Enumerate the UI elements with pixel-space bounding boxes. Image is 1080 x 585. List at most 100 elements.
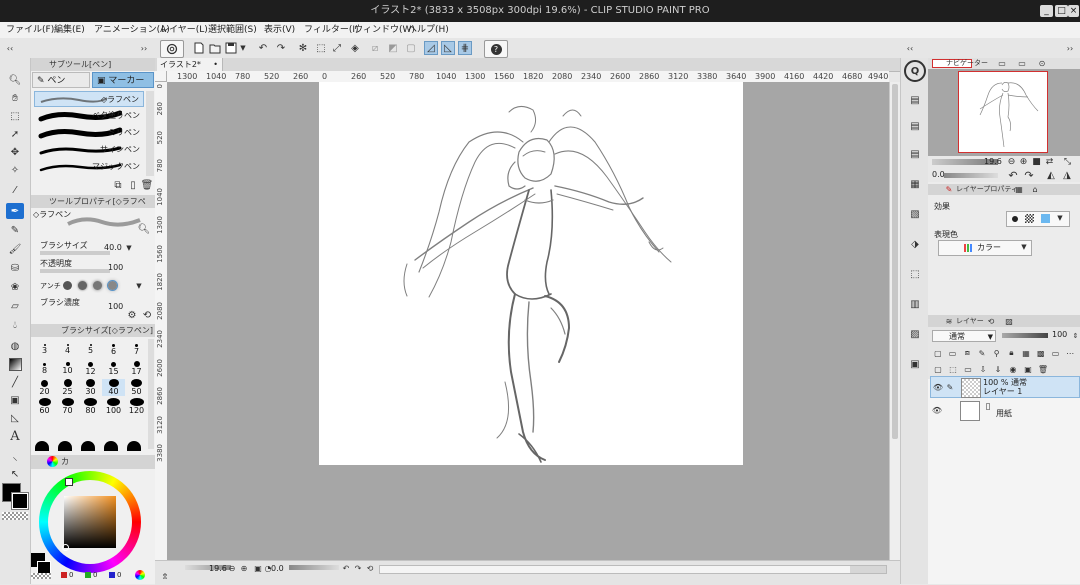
layer-more-icon[interactable]: ⋯	[1064, 347, 1076, 359]
navigator-rotation-slider[interactable]	[944, 173, 998, 178]
quick-access-icon[interactable]: Q	[904, 60, 926, 82]
undo-icon[interactable]: ↶	[256, 41, 270, 55]
new-file-icon[interactable]	[192, 41, 206, 55]
reference-layer-icon[interactable]: ⧈	[961, 347, 973, 359]
navigator-rotation-value[interactable]: 0.0	[932, 170, 945, 179]
new-raster-layer-icon[interactable]: ▢	[932, 363, 944, 375]
size-cell-25[interactable]: 25	[56, 379, 79, 396]
zoom-icon[interactable]: 🔍︎	[6, 72, 24, 88]
rotation-slider[interactable]	[289, 565, 339, 570]
brush-size-dropdown-icon[interactable]: ▼	[125, 243, 133, 253]
canvas-workspace[interactable]	[167, 82, 889, 560]
close-button[interactable]: ×	[1068, 5, 1079, 17]
layer-opacity-stepper[interactable]: ⇕	[1072, 330, 1079, 342]
eraser-icon[interactable]: ▱	[6, 298, 24, 314]
layer-opacity-value[interactable]: 100	[1052, 330, 1067, 339]
menu-view[interactable]: 表示(V)	[264, 22, 295, 38]
minimize-button[interactable]: _	[1040, 5, 1053, 17]
ruler-display-icon[interactable]: ▭	[1050, 347, 1062, 359]
material-color-icon[interactable]: ▤	[905, 144, 925, 164]
subview-tab-icon[interactable]: ▭	[996, 58, 1008, 69]
brush-size-slider[interactable]	[40, 251, 110, 255]
auto-action-tab-icon[interactable]: ▨	[1002, 315, 1016, 327]
figure-icon[interactable]: ╱	[6, 374, 24, 390]
material-brush-icon[interactable]: ▨	[905, 324, 925, 344]
auto-select-icon[interactable]: ✧	[6, 162, 24, 178]
color-mode-icon[interactable]	[135, 570, 145, 580]
canvas-vertical-scroll-thumb[interactable]	[892, 84, 898, 439]
new-vector-layer-icon[interactable]: ⬚	[947, 363, 959, 375]
expression-dropdown-icon[interactable]: ▼	[1019, 241, 1029, 253]
zoom-out-icon[interactable]: ⊖	[227, 563, 237, 573]
text-icon[interactable]: A	[6, 428, 24, 444]
zoom-value[interactable]: 19.6	[209, 564, 227, 573]
effect-selector[interactable]: ▼	[1006, 211, 1070, 227]
search-tab-icon[interactable]: ⊙	[1036, 58, 1048, 69]
layer-color-icon[interactable]: ⚲	[991, 347, 1003, 359]
draft-layer-icon[interactable]: ✎	[976, 347, 988, 359]
menu-help[interactable]: ヘルプ(H)	[408, 22, 449, 38]
sub-tool-tab-marker[interactable]: ▣ マーカー	[92, 72, 154, 88]
collapse-panels-icon[interactable]: ⇯	[159, 571, 171, 581]
fill-selection-icon[interactable]: ◈	[348, 41, 362, 55]
delete-sub-tool-icon[interactable]: 🗑︎	[141, 179, 154, 191]
effect-dropdown-icon[interactable]: ▼	[1055, 212, 1065, 224]
zoom-in-icon[interactable]: ⊕	[239, 563, 249, 573]
layer-search-tab-icon[interactable]: ▦	[1012, 184, 1026, 195]
brush-size-value[interactable]: 40.0	[104, 243, 122, 252]
move-layer-icon[interactable]: ✥	[6, 144, 24, 160]
navigator-actual-size-icon[interactable]: ⤡	[1062, 156, 1073, 168]
save-dropdown-icon[interactable]: ▼	[238, 42, 248, 54]
sub-color-chip[interactable]	[11, 492, 29, 510]
brush-item-rough-pen[interactable]: ◇ラフペン	[34, 91, 144, 107]
lasso-select-icon[interactable]: ⬚	[6, 108, 24, 124]
new-folder-icon[interactable]: ▭	[962, 363, 974, 375]
tool-settings-icon[interactable]: ⚙︎	[125, 308, 139, 322]
lock-layer-icon[interactable]: 🔒︎	[1006, 347, 1018, 359]
invert-selection-icon[interactable]: ◩	[386, 41, 400, 55]
layer-property-tab-icon[interactable]: ✎	[944, 184, 954, 195]
enable-mask-icon[interactable]: ▩	[1035, 347, 1047, 359]
clip-studio-icon[interactable]	[160, 40, 184, 58]
material-3d-icon[interactable]: ⬗	[905, 234, 925, 254]
maximize-button[interactable]: □	[1055, 5, 1068, 17]
size-cell-10[interactable]: 10	[56, 360, 79, 377]
fit-screen-icon[interactable]: ▣	[253, 563, 263, 573]
size-cell-15[interactable]: 15	[102, 360, 125, 377]
opacity-value[interactable]: 100	[108, 263, 123, 272]
brush-item-sign-pen[interactable]: サインペン	[34, 142, 144, 158]
density-value[interactable]: 100	[108, 302, 123, 311]
open-file-icon[interactable]	[208, 41, 222, 55]
size-cell-100[interactable]: 100	[102, 398, 125, 415]
eyedropper-icon[interactable]: ⁄	[6, 182, 24, 198]
document-tab-close-icon[interactable]: •	[213, 58, 218, 71]
antialias-weak-option[interactable]	[78, 281, 87, 290]
size-cell-7[interactable]: 7	[125, 341, 148, 358]
color-transparent-swatch[interactable]	[31, 573, 51, 579]
canvas-paper[interactable]	[319, 82, 743, 465]
decoration-icon[interactable]: ❀	[6, 279, 24, 295]
pencil-icon[interactable]: ✎	[6, 222, 24, 238]
navigator-zoom-value[interactable]: 19.6	[984, 157, 1002, 166]
redo-icon[interactable]: ↷	[274, 41, 288, 55]
lock-transparency-icon[interactable]: ▦	[1020, 347, 1032, 359]
antialias-none-option[interactable]	[63, 281, 72, 290]
size-cell-3[interactable]: 3	[33, 341, 56, 358]
blend-mode-dropdown-icon[interactable]: ▼	[988, 331, 993, 343]
correct-line-icon[interactable]: ↖	[6, 466, 24, 482]
antialias-dropdown-icon[interactable]: ▼	[135, 281, 143, 291]
transparent-color-chip[interactable]	[2, 512, 28, 520]
panel-expand-icon[interactable]: ››	[138, 42, 150, 54]
brush-icon[interactable]: 🖌︎	[6, 241, 24, 257]
size-cell-50[interactable]: 50	[125, 379, 148, 396]
scale-icon[interactable]: ⤢	[330, 41, 344, 55]
size-cell-4[interactable]: 4	[56, 341, 79, 358]
show-selection-icon[interactable]: ▢	[404, 41, 418, 55]
brush-item-magic-pen[interactable]: マジックペン	[34, 159, 144, 175]
delete-layer-icon[interactable]: 🗑︎	[1037, 363, 1049, 375]
document-tab[interactable]: イラスト2* •	[157, 58, 223, 71]
panel-collapse-left-icon[interactable]: ‹‹	[4, 42, 16, 54]
rotation-value[interactable]: 0.0	[271, 564, 284, 573]
dock-expand-icon[interactable]: ››	[1064, 42, 1076, 54]
fill-icon[interactable]: ◍	[6, 338, 24, 354]
